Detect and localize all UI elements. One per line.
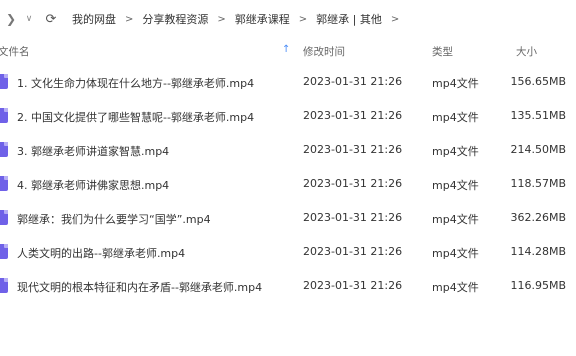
file-type: mp4文件	[432, 111, 479, 124]
breadcrumb-item-shared-resources[interactable]: 分享教程资源	[142, 11, 208, 27]
breadcrumb-item-current[interactable]: 郭继承 | 其他	[316, 11, 382, 27]
video-file-icon	[0, 176, 8, 191]
file-name[interactable]: 现代文明的根本特征和内在矛盾--郭继承老师.mp4	[17, 279, 262, 295]
breadcrumb-separator: >	[390, 13, 400, 25]
file-name[interactable]: 人类文明的出路--郭继承老师.mp4	[17, 245, 185, 261]
file-row[interactable]: 人类文明的出路--郭继承老师.mp4 2023-01-31 21:26 mp4文…	[0, 234, 576, 268]
file-size: 118.57MB	[510, 177, 566, 190]
arrow-up-icon[interactable]: ↑	[282, 44, 290, 55]
file-size: 114.28MB	[510, 245, 566, 258]
file-size: 362.26MB	[510, 211, 566, 224]
file-name[interactable]: 3. 郭继承老师讲道家智慧.mp4	[17, 143, 169, 159]
video-file-icon	[0, 108, 8, 123]
file-type: mp4文件	[432, 145, 479, 158]
file-size: 116.95MB	[510, 279, 566, 292]
file-modified: 2023-01-31 21:26	[303, 75, 403, 88]
breadcrumb-item-my-drive[interactable]: 我的网盘	[72, 11, 116, 27]
file-type: mp4文件	[432, 179, 479, 192]
file-name[interactable]: 4. 郭继承老师讲佛家思想.mp4	[17, 177, 169, 193]
file-row[interactable]: 3. 郭继承老师讲道家智慧.mp4 2023-01-31 21:26 mp4文件…	[0, 132, 576, 166]
file-row[interactable]: 1. 文化生命力体现在什么地方--郭继承老师.mp4 2023-01-31 21…	[0, 64, 576, 98]
column-header-type[interactable]: 类型	[432, 44, 453, 59]
file-type: mp4文件	[432, 247, 479, 260]
file-modified: 2023-01-31 21:26	[303, 143, 403, 156]
video-file-icon	[0, 74, 8, 89]
column-header-name[interactable]: 文件名	[0, 44, 30, 59]
breadcrumb-separator: >	[125, 13, 134, 25]
chevron-down-icon[interactable]: ∨	[20, 9, 38, 29]
video-file-icon	[0, 244, 8, 259]
file-size: 214.50MB	[510, 143, 566, 156]
toolbar: ❯ ∨ ⟳ 我的网盘 > 分享教程资源 > 郭继承课程 > 郭继承 | 其他 >	[0, 0, 576, 38]
file-type: mp4文件	[432, 281, 479, 294]
file-row[interactable]: 现代文明的根本特征和内在矛盾--郭继承老师.mp4 2023-01-31 21:…	[0, 268, 576, 302]
chevron-right-icon[interactable]: ❯	[2, 9, 20, 29]
file-modified: 2023-01-31 21:26	[303, 109, 403, 122]
file-name[interactable]: 1. 文化生命力体现在什么地方--郭继承老师.mp4	[17, 75, 254, 91]
file-modified: 2023-01-31 21:26	[303, 245, 403, 258]
breadcrumb-separator: >	[298, 13, 308, 25]
column-header-size[interactable]: 大小	[516, 44, 537, 59]
column-header: 文件名 ↑ 修改时间 类型 大小	[0, 38, 576, 62]
file-type: mp4文件	[432, 213, 479, 226]
file-modified: 2023-01-31 21:26	[303, 177, 403, 190]
file-modified: 2023-01-31 21:26	[303, 279, 403, 292]
file-row[interactable]: 2. 中国文化提供了哪些智慧呢--郭继承老师.mp4 2023-01-31 21…	[0, 98, 576, 132]
breadcrumb: 我的网盘 > 分享教程资源 > 郭继承课程 > 郭继承 | 其他 >	[72, 11, 408, 27]
column-header-modified[interactable]: 修改时间	[303, 44, 345, 59]
video-file-icon	[0, 278, 8, 293]
refresh-icon[interactable]: ⟳	[42, 9, 60, 29]
file-row[interactable]: 郭继承：我们为什么要学习“国学”.mp4 2023-01-31 21:26 mp…	[0, 200, 576, 234]
breadcrumb-separator: >	[217, 13, 226, 25]
video-file-icon	[0, 210, 8, 225]
file-size: 135.51MB	[510, 109, 566, 122]
file-name[interactable]: 郭继承：我们为什么要学习“国学”.mp4	[17, 211, 211, 227]
video-file-icon	[0, 142, 8, 157]
file-size: 156.65MB	[510, 75, 566, 88]
file-name[interactable]: 2. 中国文化提供了哪些智慧呢--郭继承老师.mp4	[17, 109, 254, 125]
file-row[interactable]: 4. 郭继承老师讲佛家思想.mp4 2023-01-31 21:26 mp4文件…	[0, 166, 576, 200]
breadcrumb-item-course[interactable]: 郭继承课程	[235, 11, 290, 27]
file-type: mp4文件	[432, 77, 479, 90]
file-list: 1. 文化生命力体现在什么地方--郭继承老师.mp4 2023-01-31 21…	[0, 64, 576, 302]
file-modified: 2023-01-31 21:26	[303, 211, 403, 224]
